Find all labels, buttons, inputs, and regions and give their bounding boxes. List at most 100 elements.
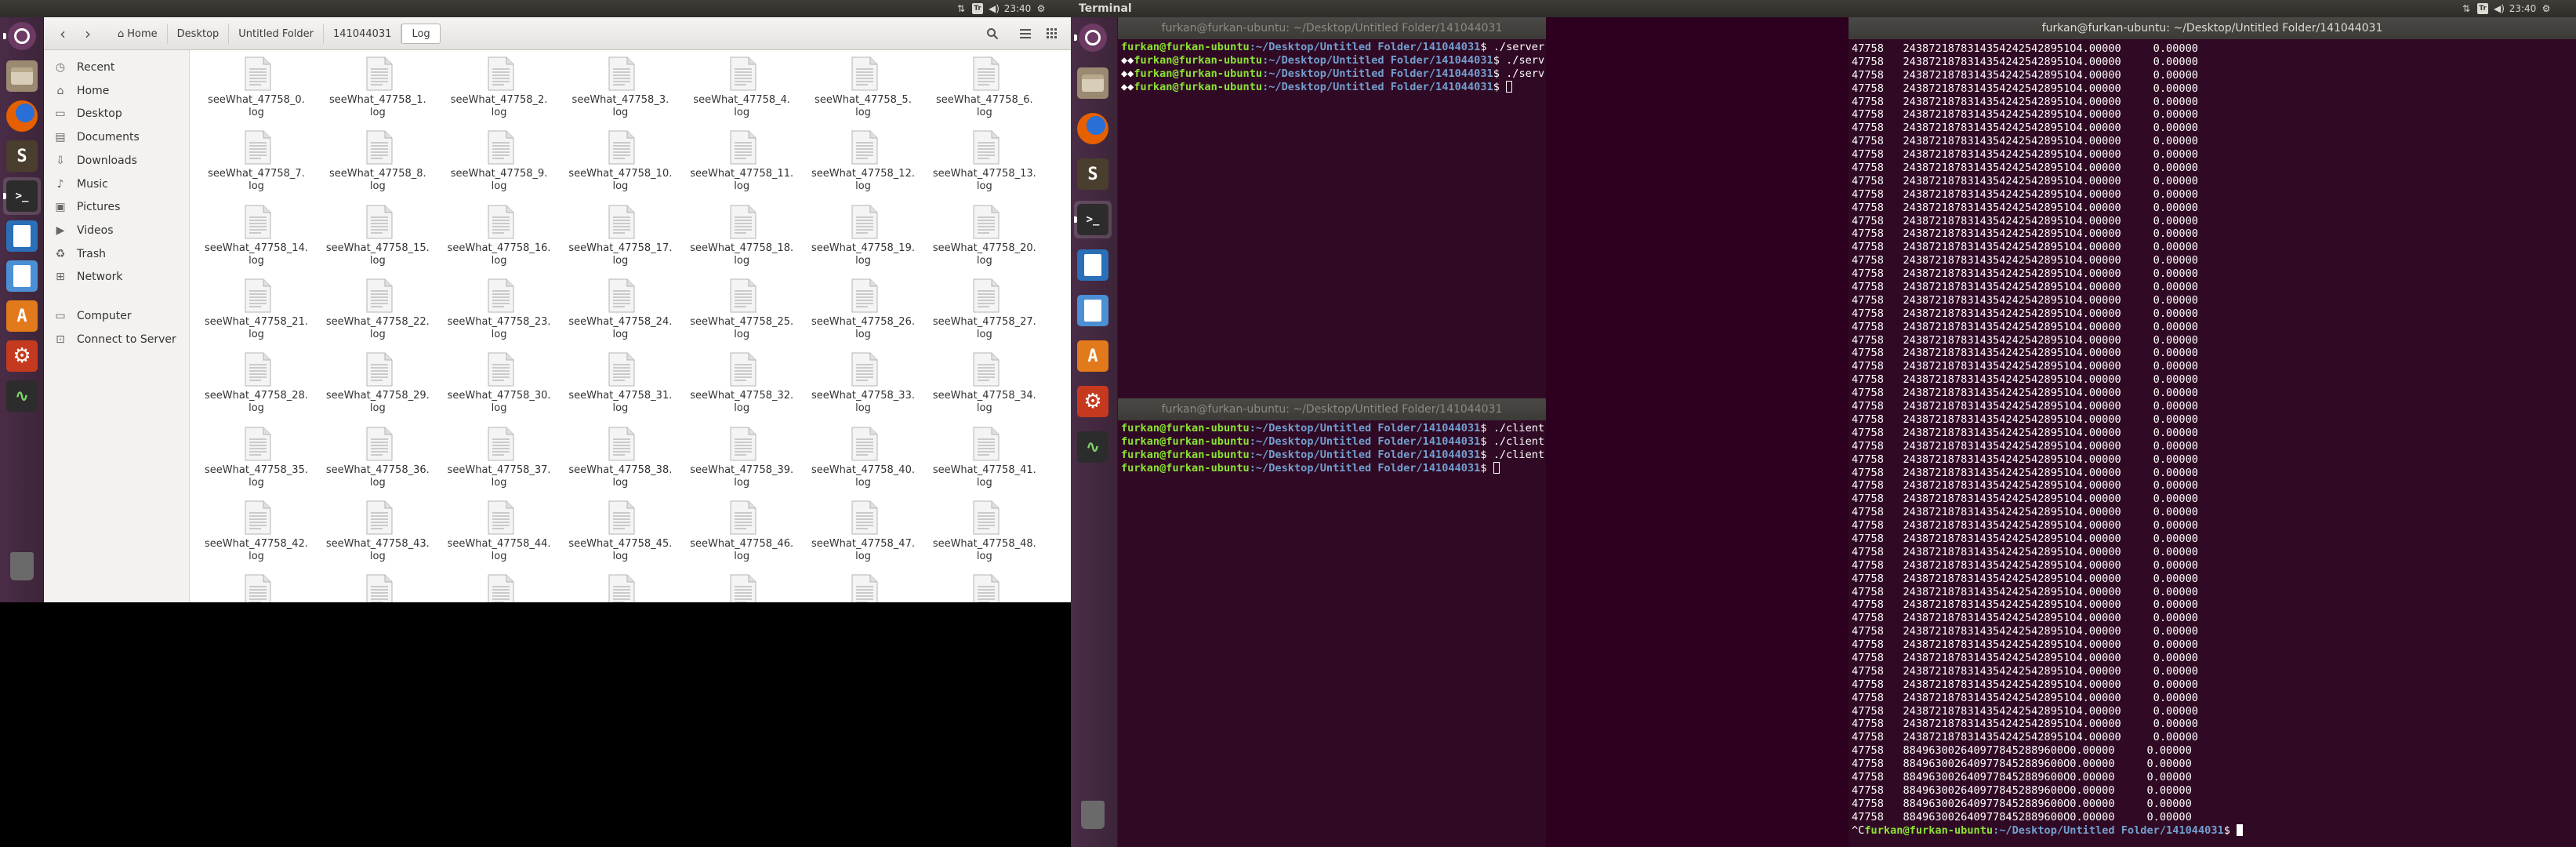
file-item[interactable]: seeWhat_47758_23.logseeWhat_47758_23.log xyxy=(440,274,559,347)
sidebar-item-recent[interactable]: ◷ Recent xyxy=(44,56,190,78)
file-item[interactable]: seeWhat_47758_31.logseeWhat_47758_31.log xyxy=(561,347,680,421)
sidebar-item-network[interactable]: ⊞ Network xyxy=(44,266,190,288)
server-terminal-title[interactable]: furkan@furkan-ubuntu: ~/Desktop/Untitled… xyxy=(1118,17,1546,39)
gear-icon[interactable]: ⚙ xyxy=(1033,3,1049,14)
file-item[interactable]: seeWhat_47758_12.logseeWhat_47758_12.log xyxy=(804,125,923,199)
system-monitor-launcher[interactable]: ∿ xyxy=(1074,428,1112,466)
output-terminal-title[interactable]: furkan@furkan-ubuntu: ~/Desktop/Untitled… xyxy=(1849,17,2576,39)
file-item-partial[interactable] xyxy=(561,569,680,602)
file-item[interactable]: seeWhat_47758_28.logseeWhat_47758_28.log xyxy=(197,347,316,421)
file-item-partial[interactable] xyxy=(318,569,437,602)
client-terminal-output[interactable]: furkan@furkan-ubuntu:~/Desktop/Untitled … xyxy=(1121,422,1544,845)
file-item[interactable]: seeWhat_47758_27.logseeWhat_47758_27.log xyxy=(925,274,1044,347)
network-arrows-icon[interactable]: ⇅ xyxy=(2458,3,2474,14)
file-item[interactable]: seeWhat_47758_33.logseeWhat_47758_33.log xyxy=(804,347,923,421)
clock[interactable]: 23:40 xyxy=(1002,3,1033,14)
output-terminal-window[interactable]: furkan@furkan-ubuntu: ~/Desktop/Untitled… xyxy=(1849,17,2576,847)
file-item[interactable]: seeWhat_47758_13.logseeWhat_47758_13.log xyxy=(925,125,1044,199)
sublime-text-launcher[interactable]: S xyxy=(1074,155,1112,193)
file-item[interactable]: seeWhat_47758_7.logseeWhat_47758_7.log xyxy=(197,125,316,199)
file-item[interactable]: seeWhat_47758_45.logseeWhat_47758_45.log xyxy=(561,496,680,569)
file-item[interactable]: seeWhat_47758_34.logseeWhat_47758_34.log xyxy=(925,347,1044,421)
file-item[interactable]: seeWhat_47758_46.logseeWhat_47758_46.log xyxy=(682,496,801,569)
files-launcher[interactable] xyxy=(3,57,41,95)
sidebar-item-home[interactable]: ⌂ Home xyxy=(44,80,190,102)
firefox-launcher[interactable] xyxy=(1074,110,1112,147)
file-item[interactable]: seeWhat_47758_20.logseeWhat_47758_20.log xyxy=(925,200,1044,274)
system-monitor-launcher[interactable]: ∿ xyxy=(3,377,41,415)
file-item[interactable]: seeWhat_47758_41.logseeWhat_47758_41.log xyxy=(925,422,1044,496)
files-launcher[interactable] xyxy=(1074,64,1112,102)
system-settings-launcher[interactable]: ⚙ xyxy=(1074,383,1112,420)
client-terminal-title[interactable]: furkan@furkan-ubuntu: ~/Desktop/Untitled… xyxy=(1118,398,1546,420)
sidebar-item-pictures[interactable]: ▣ Pictures xyxy=(44,196,190,218)
file-item[interactable]: seeWhat_47758_24.logseeWhat_47758_24.log xyxy=(561,274,680,347)
file-item[interactable]: seeWhat_47758_18.logseeWhat_47758_18.log xyxy=(682,200,801,274)
terminal-launcher[interactable]: >_ xyxy=(3,177,41,215)
server-terminal-output[interactable]: furkan@furkan-ubuntu:~/Desktop/Untitled … xyxy=(1121,41,1544,397)
back-button[interactable]: ‹ xyxy=(52,24,74,44)
file-item[interactable]: seeWhat_47758_3.logseeWhat_47758_3.log xyxy=(561,52,680,125)
dash-home-launcher[interactable] xyxy=(1074,19,1112,56)
sublime-text-launcher[interactable]: S xyxy=(3,137,41,175)
file-item[interactable]: seeWhat_47758_44.logseeWhat_47758_44.log xyxy=(440,496,559,569)
file-item[interactable]: seeWhat_47758_16.logseeWhat_47758_16.log xyxy=(440,200,559,274)
software-center-launcher[interactable]: A xyxy=(1074,337,1112,375)
file-item[interactable]: seeWhat_47758_4.logseeWhat_47758_4.log xyxy=(682,52,801,125)
output-terminal-output[interactable]: 47758 24387218783143542425428951O4.00000… xyxy=(1852,42,2574,845)
file-item[interactable]: seeWhat_47758_10.logseeWhat_47758_10.log xyxy=(561,125,680,199)
client-terminal-window[interactable]: furkan@furkan-ubuntu: ~/Desktop/Untitled… xyxy=(1118,398,1546,847)
file-item[interactable]: seeWhat_47758_11.logseeWhat_47758_11.log xyxy=(682,125,801,199)
file-item-partial[interactable] xyxy=(682,569,801,602)
gear-icon[interactable]: ⚙ xyxy=(2538,3,2554,14)
file-item[interactable]: seeWhat_47758_39.logseeWhat_47758_39.log xyxy=(682,422,801,496)
file-item[interactable]: seeWhat_47758_26.logseeWhat_47758_26.log xyxy=(804,274,923,347)
server-terminal-window[interactable]: furkan@furkan-ubuntu: ~/Desktop/Untitled… xyxy=(1118,17,1546,398)
file-item[interactable]: seeWhat_47758_40.logseeWhat_47758_40.log xyxy=(804,422,923,496)
clock[interactable]: 23:40 xyxy=(2507,3,2538,14)
file-item[interactable]: seeWhat_47758_47.logseeWhat_47758_47.log xyxy=(804,496,923,569)
file-item[interactable]: seeWhat_47758_25.logseeWhat_47758_25.log xyxy=(682,274,801,347)
file-item-partial[interactable] xyxy=(804,569,923,602)
trash-launcher[interactable] xyxy=(3,547,41,585)
file-item[interactable]: seeWhat_47758_8.logseeWhat_47758_8.log xyxy=(318,125,437,199)
file-item[interactable]: seeWhat_47758_6.logseeWhat_47758_6.log xyxy=(925,52,1044,125)
grid-view-button[interactable] xyxy=(1041,24,1063,44)
file-item[interactable]: seeWhat_47758_1.logseeWhat_47758_1.log xyxy=(318,52,437,125)
software-center-launcher[interactable]: A xyxy=(3,297,41,335)
file-item[interactable]: seeWhat_47758_43.logseeWhat_47758_43.log xyxy=(318,496,437,569)
sidebar-item-videos[interactable]: ▶ Videos xyxy=(44,220,190,242)
sidebar-item-connect-to-server[interactable]: ⊡ Connect to Server xyxy=(44,329,190,351)
list-view-button[interactable] xyxy=(1014,24,1036,44)
file-item[interactable]: seeWhat_47758_32.logseeWhat_47758_32.log xyxy=(682,347,801,421)
file-item[interactable]: seeWhat_47758_35.logseeWhat_47758_35.log xyxy=(197,422,316,496)
sidebar-item-downloads[interactable]: ⇩ Downloads xyxy=(44,150,190,172)
file-item[interactable]: seeWhat_47758_37.logseeWhat_47758_37.log xyxy=(440,422,559,496)
file-item[interactable]: seeWhat_47758_42.logseeWhat_47758_42.log xyxy=(197,496,316,569)
trash-launcher[interactable] xyxy=(1074,796,1112,834)
dash-home-launcher[interactable] xyxy=(3,17,41,55)
breadcrumb-untitled-folder[interactable]: Untitled Folder xyxy=(229,24,325,44)
keyboard-indicator[interactable]: Tr xyxy=(969,3,986,14)
keyboard-indicator[interactable]: Tr xyxy=(2474,3,2491,14)
file-item-partial[interactable] xyxy=(197,569,316,602)
file-item[interactable]: seeWhat_47758_36.logseeWhat_47758_36.log xyxy=(318,422,437,496)
file-item[interactable]: seeWhat_47758_38.logseeWhat_47758_38.log xyxy=(561,422,680,496)
file-item[interactable]: seeWhat_47758_2.logseeWhat_47758_2.log xyxy=(440,52,559,125)
system-settings-launcher[interactable]: ⚙ xyxy=(3,337,41,375)
breadcrumb-141044031[interactable]: 141044031 xyxy=(324,24,402,44)
libreoffice-impress-launcher[interactable] xyxy=(3,257,41,295)
sidebar-item-computer[interactable]: ▭ Computer xyxy=(44,305,190,327)
libreoffice-writer-launcher[interactable] xyxy=(3,217,41,255)
file-item[interactable]: seeWhat_47758_48.logseeWhat_47758_48.log xyxy=(925,496,1044,569)
breadcrumb-home[interactable]: ⌂ Home xyxy=(108,24,168,44)
file-item[interactable]: seeWhat_47758_29.logseeWhat_47758_29.log xyxy=(318,347,437,421)
breadcrumb-log[interactable]: Log xyxy=(401,24,441,44)
terminal-launcher[interactable]: >_ xyxy=(1074,201,1112,238)
volume-icon[interactable]: ◀) xyxy=(2491,3,2507,14)
firefox-launcher[interactable] xyxy=(3,97,41,135)
file-item[interactable]: seeWhat_47758_9.logseeWhat_47758_9.log xyxy=(440,125,559,199)
file-item[interactable]: seeWhat_47758_21.logseeWhat_47758_21.log xyxy=(197,274,316,347)
network-arrows-icon[interactable]: ⇅ xyxy=(953,3,969,14)
sidebar-item-desktop[interactable]: ▭ Desktop xyxy=(44,103,190,125)
